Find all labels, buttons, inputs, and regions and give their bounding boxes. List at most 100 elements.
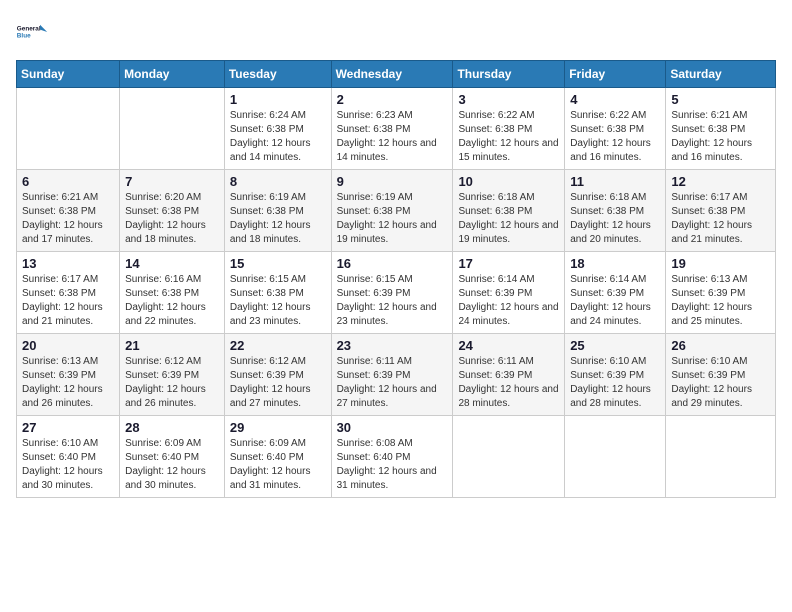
calendar-week-row: 1 Sunrise: 6:24 AM Sunset: 6:38 PM Daylig… <box>17 88 776 170</box>
calendar-cell: 15Sunrise: 6:15 AM Sunset: 6:38 PM Dayli… <box>224 252 331 334</box>
calendar-cell <box>565 416 666 498</box>
day-number: 10 <box>458 174 559 189</box>
day-info: Sunrise: 6:14 AM Sunset: 6:39 PM Dayligh… <box>570 273 660 329</box>
day-number: 9 <box>337 174 448 189</box>
day-number: 24 <box>458 338 559 353</box>
day-number: 3 <box>458 92 559 107</box>
day-info: Sunrise: 6:11 AM Sunset: 6:39 PM Dayligh… <box>458 355 559 411</box>
logo-icon: GeneralBlue <box>16 16 48 48</box>
calendar-cell: 8 Sunrise: 6:19 AM Sunset: 6:38 PM Daylig… <box>224 170 331 252</box>
day-info: Sunrise: 6:15 AM Sunset: 6:39 PM Dayligh… <box>337 273 448 329</box>
day-number: 4 <box>570 92 660 107</box>
calendar-cell: 25 Sunrise: 6:10 AM Sunset: 6:39 PM Dayli… <box>565 334 666 416</box>
calendar-week-row: 6 Sunrise: 6:21 AM Sunset: 6:38 PM Daylig… <box>17 170 776 252</box>
day-number: 5 <box>671 92 770 107</box>
day-info: Sunrise: 6:09 AM Sunset: 6:40 PM Dayligh… <box>125 437 219 493</box>
day-info: Sunrise: 6:21 AM Sunset: 6:38 PM Dayligh… <box>22 191 114 247</box>
calendar-cell: 2 Sunrise: 6:23 AM Sunset: 6:38 PM Daylig… <box>331 88 453 170</box>
calendar-cell <box>120 88 225 170</box>
calendar-header: SundayMondayTuesdayWednesdayThursdayFrid… <box>17 61 776 88</box>
day-number: 26 <box>671 338 770 353</box>
day-info: Sunrise: 6:24 AM Sunset: 6:38 PM Dayligh… <box>230 109 326 165</box>
calendar-cell: 3Sunrise: 6:22 AM Sunset: 6:38 PM Daylig… <box>453 88 565 170</box>
day-number: 29 <box>230 420 326 435</box>
day-number: 19 <box>671 256 770 271</box>
day-info: Sunrise: 6:17 AM Sunset: 6:38 PM Dayligh… <box>22 273 114 329</box>
calendar-cell: 11 Sunrise: 6:18 AM Sunset: 6:38 PM Dayli… <box>565 170 666 252</box>
calendar-week-row: 13 Sunrise: 6:17 AM Sunset: 6:38 PM Dayli… <box>17 252 776 334</box>
page-header: GeneralBlue <box>16 16 776 48</box>
calendar-cell: 30 Sunrise: 6:08 AM Sunset: 6:40 PM Dayli… <box>331 416 453 498</box>
calendar-cell: 29Sunrise: 6:09 AM Sunset: 6:40 PM Dayli… <box>224 416 331 498</box>
day-number: 14 <box>125 256 219 271</box>
day-number: 1 <box>230 92 326 107</box>
calendar-table: SundayMondayTuesdayWednesdayThursdayFrid… <box>16 60 776 498</box>
day-info: Sunrise: 6:18 AM Sunset: 6:38 PM Dayligh… <box>458 191 559 247</box>
day-info: Sunrise: 6:12 AM Sunset: 6:39 PM Dayligh… <box>125 355 219 411</box>
day-number: 2 <box>337 92 448 107</box>
calendar-cell <box>453 416 565 498</box>
svg-text:General: General <box>17 25 41 32</box>
weekday-header: Friday <box>565 61 666 88</box>
day-number: 6 <box>22 174 114 189</box>
calendar-cell <box>17 88 120 170</box>
calendar-cell: 28 Sunrise: 6:09 AM Sunset: 6:40 PM Dayli… <box>120 416 225 498</box>
calendar-cell: 1 Sunrise: 6:24 AM Sunset: 6:38 PM Daylig… <box>224 88 331 170</box>
day-number: 23 <box>337 338 448 353</box>
calendar-cell: 21 Sunrise: 6:12 AM Sunset: 6:39 PM Dayli… <box>120 334 225 416</box>
day-info: Sunrise: 6:12 AM Sunset: 6:39 PM Dayligh… <box>230 355 326 411</box>
day-info: Sunrise: 6:23 AM Sunset: 6:38 PM Dayligh… <box>337 109 448 165</box>
day-number: 12 <box>671 174 770 189</box>
day-number: 7 <box>125 174 219 189</box>
day-number: 11 <box>570 174 660 189</box>
day-number: 22 <box>230 338 326 353</box>
day-info: Sunrise: 6:14 AM Sunset: 6:39 PM Dayligh… <box>458 273 559 329</box>
calendar-cell: 20Sunrise: 6:13 AM Sunset: 6:39 PM Dayli… <box>17 334 120 416</box>
day-number: 25 <box>570 338 660 353</box>
day-number: 18 <box>570 256 660 271</box>
day-info: Sunrise: 6:16 AM Sunset: 6:38 PM Dayligh… <box>125 273 219 329</box>
weekday-header: Tuesday <box>224 61 331 88</box>
calendar-cell: 24 Sunrise: 6:11 AM Sunset: 6:39 PM Dayli… <box>453 334 565 416</box>
calendar-cell: 27 Sunrise: 6:10 AM Sunset: 6:40 PM Dayli… <box>17 416 120 498</box>
day-info: Sunrise: 6:13 AM Sunset: 6:39 PM Dayligh… <box>671 273 770 329</box>
calendar-cell: 17 Sunrise: 6:14 AM Sunset: 6:39 PM Dayli… <box>453 252 565 334</box>
day-info: Sunrise: 6:10 AM Sunset: 6:40 PM Dayligh… <box>22 437 114 493</box>
day-info: Sunrise: 6:10 AM Sunset: 6:39 PM Dayligh… <box>671 355 770 411</box>
calendar-cell: 26 Sunrise: 6:10 AM Sunset: 6:39 PM Dayli… <box>666 334 776 416</box>
day-number: 28 <box>125 420 219 435</box>
day-number: 17 <box>458 256 559 271</box>
day-number: 27 <box>22 420 114 435</box>
calendar-cell: 7Sunrise: 6:20 AM Sunset: 6:38 PM Daylig… <box>120 170 225 252</box>
day-number: 30 <box>337 420 448 435</box>
weekday-header: Sunday <box>17 61 120 88</box>
calendar-cell: 16 Sunrise: 6:15 AM Sunset: 6:39 PM Dayli… <box>331 252 453 334</box>
day-number: 16 <box>337 256 448 271</box>
day-number: 13 <box>22 256 114 271</box>
calendar-cell: 14 Sunrise: 6:16 AM Sunset: 6:38 PM Dayli… <box>120 252 225 334</box>
calendar-cell: 9Sunrise: 6:19 AM Sunset: 6:38 PM Daylig… <box>331 170 453 252</box>
calendar-cell: 6 Sunrise: 6:21 AM Sunset: 6:38 PM Daylig… <box>17 170 120 252</box>
calendar-cell: 12 Sunrise: 6:17 AM Sunset: 6:38 PM Dayli… <box>666 170 776 252</box>
day-info: Sunrise: 6:17 AM Sunset: 6:38 PM Dayligh… <box>671 191 770 247</box>
day-info: Sunrise: 6:21 AM Sunset: 6:38 PM Dayligh… <box>671 109 770 165</box>
day-number: 21 <box>125 338 219 353</box>
calendar-cell: 4Sunrise: 6:22 AM Sunset: 6:38 PM Daylig… <box>565 88 666 170</box>
weekday-header: Thursday <box>453 61 565 88</box>
calendar-cell: 19 Sunrise: 6:13 AM Sunset: 6:39 PM Dayli… <box>666 252 776 334</box>
weekday-header: Monday <box>120 61 225 88</box>
day-info: Sunrise: 6:19 AM Sunset: 6:38 PM Dayligh… <box>230 191 326 247</box>
day-number: 8 <box>230 174 326 189</box>
calendar-cell: 23Sunrise: 6:11 AM Sunset: 6:39 PM Dayli… <box>331 334 453 416</box>
day-info: Sunrise: 6:13 AM Sunset: 6:39 PM Dayligh… <box>22 355 114 411</box>
calendar-cell: 22 Sunrise: 6:12 AM Sunset: 6:39 PM Dayli… <box>224 334 331 416</box>
day-info: Sunrise: 6:10 AM Sunset: 6:39 PM Dayligh… <box>570 355 660 411</box>
calendar-cell: 18 Sunrise: 6:14 AM Sunset: 6:39 PM Dayli… <box>565 252 666 334</box>
svg-text:Blue: Blue <box>17 33 31 40</box>
day-info: Sunrise: 6:18 AM Sunset: 6:38 PM Dayligh… <box>570 191 660 247</box>
calendar-cell: 10 Sunrise: 6:18 AM Sunset: 6:38 PM Dayli… <box>453 170 565 252</box>
day-info: Sunrise: 6:08 AM Sunset: 6:40 PM Dayligh… <box>337 437 448 493</box>
calendar-cell: 5 Sunrise: 6:21 AM Sunset: 6:38 PM Daylig… <box>666 88 776 170</box>
calendar-week-row: 20Sunrise: 6:13 AM Sunset: 6:39 PM Dayli… <box>17 334 776 416</box>
day-info: Sunrise: 6:15 AM Sunset: 6:38 PM Dayligh… <box>230 273 326 329</box>
